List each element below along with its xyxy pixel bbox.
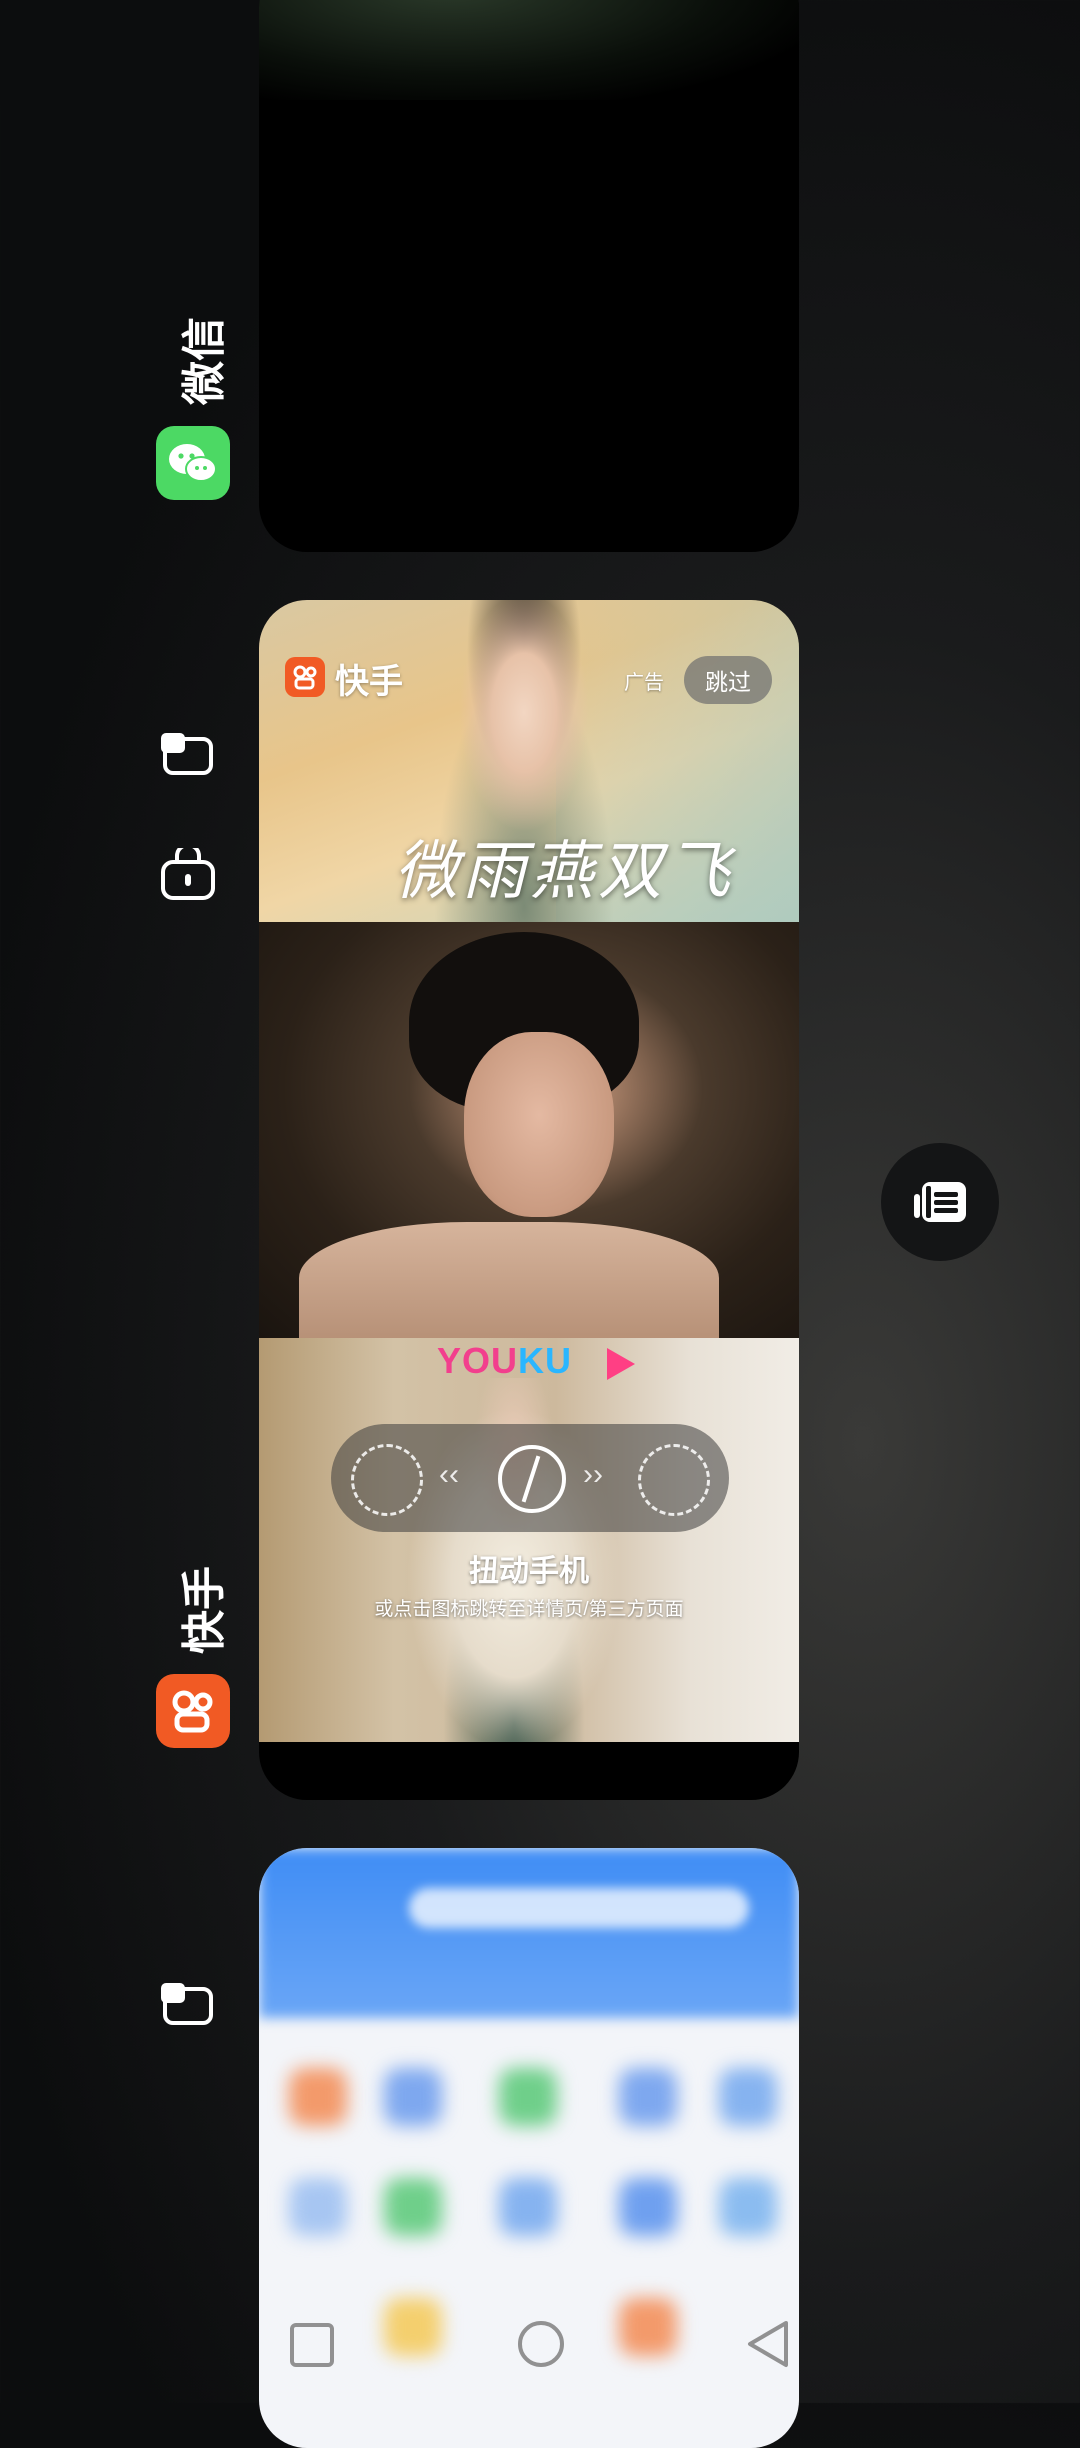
floating-window-icon[interactable] bbox=[158, 724, 218, 784]
chevron-right-icon: ›› bbox=[583, 1458, 603, 1491]
drama-still-image bbox=[259, 922, 799, 1362]
floating-window-icon-2[interactable] bbox=[158, 1974, 218, 2034]
lock-app-icon[interactable] bbox=[158, 845, 218, 905]
circle-icon bbox=[518, 2321, 564, 2367]
twist-phone-icon[interactable] bbox=[498, 1445, 566, 1513]
kuaishou-logo-icon bbox=[285, 657, 325, 697]
youku-logo: YOUKU bbox=[437, 1340, 573, 1381]
split-screen-button[interactable] bbox=[881, 1143, 999, 1261]
blurred-app-header bbox=[259, 1848, 799, 2018]
dashed-circle-right-icon bbox=[638, 1444, 710, 1516]
wechat-icon[interactable] bbox=[156, 426, 230, 500]
youku-play-icon bbox=[607, 1348, 635, 1380]
kuaishou-icon[interactable] bbox=[156, 1674, 230, 1748]
wechat-app-label: 微信 bbox=[180, 317, 229, 405]
kuaishou-recent-card[interactable]: 快手 广告 跳过 微雨燕双飞 YOUKU ‹‹ ›› 扭动手机 或点击图标跳转至… bbox=[259, 600, 799, 1800]
youku-ad-image: YOUKU ‹‹ ›› 扭动手机 或点击图标跳转至详情页/第三方页面 bbox=[259, 1338, 799, 1742]
square-icon bbox=[290, 2323, 334, 2367]
split-screen-icon bbox=[914, 1182, 966, 1222]
recents-square-button[interactable] bbox=[285, 2318, 339, 2372]
kuaishou-splash-ad: 快手 广告 跳过 微雨燕双飞 bbox=[259, 600, 799, 922]
home-circle-button[interactable] bbox=[513, 2316, 569, 2372]
dashed-circle-left-icon bbox=[351, 1444, 423, 1516]
twist-subtitle: 或点击图标跳转至详情页/第三方页面 bbox=[374, 1599, 684, 1620]
ad-label: 广告 bbox=[624, 672, 664, 694]
back-triangle-button[interactable] bbox=[740, 2316, 796, 2372]
kuaishou-app-label: 快手 bbox=[180, 1566, 229, 1654]
wechat-recent-card[interactable] bbox=[259, 0, 799, 552]
ad-title-calligraphy: 微雨燕双飞 bbox=[394, 835, 734, 909]
twist-gesture-prompt[interactable]: ‹‹ ›› bbox=[331, 1424, 729, 1532]
triangle-back-icon bbox=[748, 2321, 788, 2367]
chevron-left-icon: ‹‹ bbox=[439, 1458, 459, 1491]
kuaishou-logo-text: 快手 bbox=[335, 663, 403, 701]
skip-button[interactable]: 跳过 bbox=[684, 656, 772, 704]
twist-title: 扭动手机 bbox=[469, 1555, 589, 1588]
wechat-preview-image bbox=[259, 0, 799, 100]
blurred-search-bar bbox=[409, 1888, 749, 1928]
